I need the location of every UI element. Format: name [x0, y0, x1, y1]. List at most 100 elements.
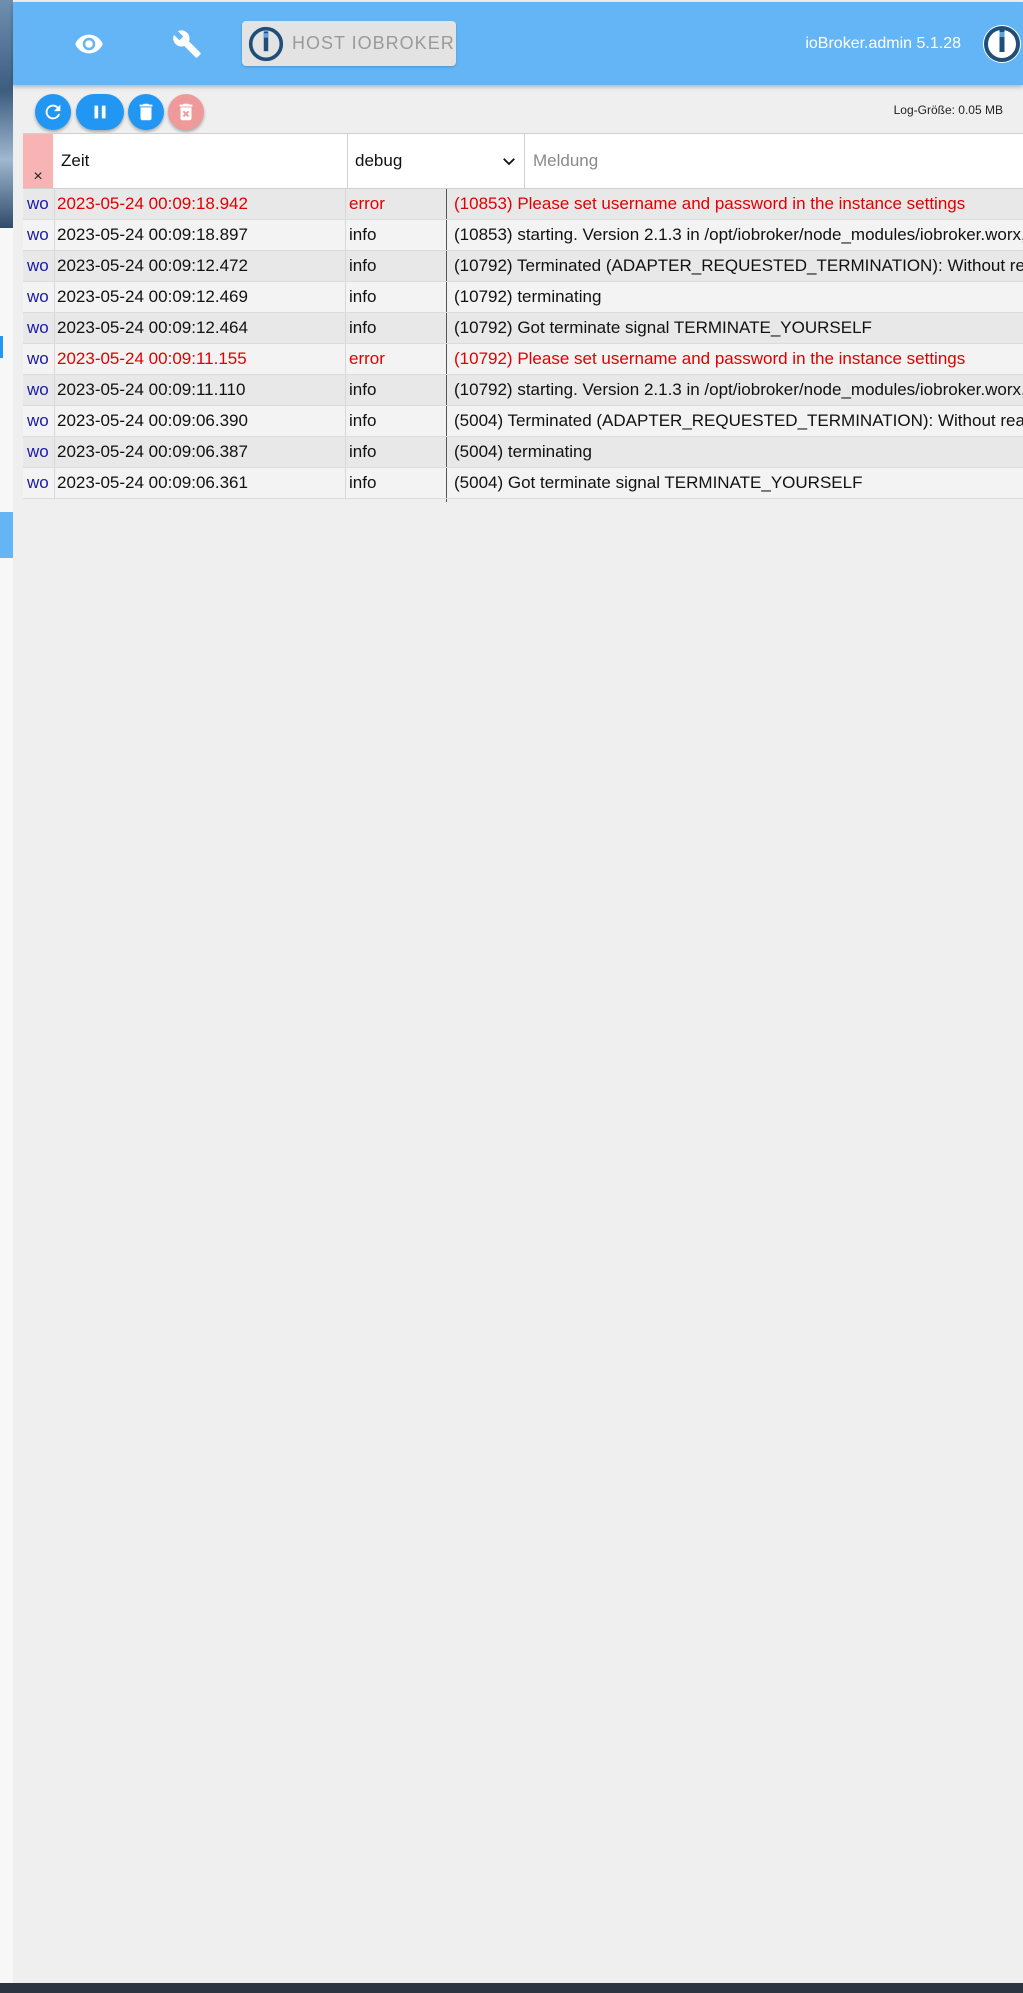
log-time: 2023-05-24 00:09:06.361 [57, 473, 248, 492]
log-source: wo [27, 318, 49, 337]
column-divider [54, 313, 55, 343]
column-divider [345, 375, 346, 405]
log-message: (5004) Terminated (ADAPTER_REQUESTED_TER… [446, 406, 1023, 436]
log-source: wo [27, 442, 49, 461]
eye-button[interactable] [65, 20, 113, 68]
log-time: 2023-05-24 00:09:12.472 [57, 256, 248, 275]
log-message: (10792) Terminated (ADAPTER_REQUESTED_TE… [446, 251, 1023, 281]
admin-version: ioBroker.admin 5.1.28 [805, 35, 961, 52]
log-time: 2023-05-24 00:09:11.110 [57, 380, 246, 399]
sidebar-background-image [0, 0, 13, 228]
log-message: (10792) terminating [446, 282, 1023, 312]
log-level: info [349, 442, 377, 461]
refresh-icon [45, 104, 61, 120]
log-size-label: Log-Größe: 0.05 MB [893, 103, 1003, 117]
log-source: wo [27, 411, 49, 430]
log-source: wo [27, 473, 49, 492]
main-content: HOST IOBROKER ioBroker.admin 5.1.28 Log-… [13, 0, 1023, 1983]
log-level: info [349, 380, 377, 399]
message-filter-input[interactable]: Meldung [526, 134, 1023, 188]
wrench-button[interactable] [163, 20, 211, 68]
log-time: 2023-05-24 00:09:18.897 [57, 225, 248, 244]
wrench-icon [173, 30, 201, 58]
log-row[interactable]: wo 2023-05-24 00:09:12.464 info (10792) Got… [23, 313, 1023, 344]
log-time: 2023-05-24 00:09:18.942 [57, 194, 248, 213]
column-divider [345, 282, 346, 312]
host-selector-button[interactable]: HOST IOBROKER [242, 21, 456, 66]
column-divider [345, 344, 346, 374]
log-level: info [349, 256, 377, 275]
log-level: info [349, 411, 377, 430]
sidebar-active-item[interactable] [0, 512, 13, 558]
log-message: (10792) starting. Version 2.1.3 in /opt/… [446, 375, 1023, 405]
sidebar-indicator [0, 336, 3, 358]
delete-log-button[interactable] [128, 94, 164, 130]
column-divider [345, 406, 346, 436]
column-divider [54, 468, 55, 498]
log-rows: wo 2023-05-24 00:09:18.942 error (10853) Pl… [23, 189, 1023, 499]
delete-icon [139, 103, 153, 121]
log-level: error [349, 349, 385, 368]
log-rows-end [23, 499, 1023, 502]
log-row[interactable]: wo 2023-05-24 00:09:12.472 info (10792) Ter… [23, 251, 1023, 282]
log-message: (5004) terminating [446, 437, 1023, 467]
iobroker-logo-icon[interactable] [981, 23, 1023, 65]
refresh-button[interactable] [35, 94, 71, 130]
log-level: info [349, 473, 377, 492]
filter-row: × Zeit debug Meldung [23, 133, 1023, 189]
log-source: wo [27, 380, 49, 399]
level-filter-value: debug [355, 151, 403, 170]
column-divider [54, 251, 55, 281]
pause-button[interactable] [76, 94, 124, 130]
sidebar-edge [0, 0, 14, 1983]
log-row[interactable]: wo 2023-05-24 00:09:18.897 info (10853) sta… [23, 220, 1023, 251]
log-message: (5004) Got terminate signal TERMINATE_YO… [446, 468, 1023, 498]
log-row[interactable]: wo 2023-05-24 00:09:06.361 info (5004) Got … [23, 468, 1023, 499]
column-divider [54, 406, 55, 436]
column-divider [345, 220, 346, 250]
log-toolbar: Log-Größe: 0.05 MB [13, 85, 1023, 133]
log-message: (10853) Please set username and password… [446, 189, 1023, 219]
log-row[interactable]: wo 2023-05-24 00:09:11.155 error (10792) Pl… [23, 344, 1023, 375]
log-message: (10792) Got terminate signal TERMINATE_Y… [446, 313, 1023, 343]
log-level: error [349, 194, 385, 213]
column-divider [54, 344, 55, 374]
log-source: wo [27, 256, 49, 275]
log-message: (10792) Please set username and password… [446, 344, 1023, 374]
log-source: wo [27, 225, 49, 244]
column-divider [345, 437, 346, 467]
log-time: 2023-05-24 00:09:06.390 [57, 411, 248, 430]
column-divider [54, 220, 55, 250]
column-divider [345, 251, 346, 281]
column-divider [54, 437, 55, 467]
log-row[interactable]: wo 2023-05-24 00:09:12.469 info (10792) ter… [23, 282, 1023, 313]
column-divider [54, 189, 55, 219]
log-time: 2023-05-24 00:09:12.464 [57, 318, 248, 337]
log-time: 2023-05-24 00:09:06.387 [57, 442, 248, 461]
host-label: HOST IOBROKER [292, 33, 455, 53]
log-row[interactable]: wo 2023-05-24 00:09:18.942 error (10853) Pl… [23, 189, 1023, 220]
delete-forever-icon [179, 103, 193, 121]
log-source: wo [27, 194, 49, 213]
column-divider [54, 282, 55, 312]
time-filter-input[interactable]: Zeit [54, 134, 348, 188]
clear-filter-button[interactable]: × [23, 134, 53, 188]
message-column-divider [446, 499, 447, 502]
delete-log-file-button[interactable] [168, 94, 204, 130]
log-source: wo [27, 349, 49, 368]
log-row[interactable]: wo 2023-05-24 00:09:06.390 info (5004) Term… [23, 406, 1023, 437]
log-table: × Zeit debug Meldung wo 2023-05-24 00:09:… [23, 133, 1023, 502]
column-divider [345, 468, 346, 498]
log-time: 2023-05-24 00:09:12.469 [57, 287, 248, 306]
log-level: info [349, 225, 377, 244]
log-row[interactable]: wo 2023-05-24 00:09:11.110 info (10792) sta… [23, 375, 1023, 406]
pause-icon [94, 105, 106, 119]
bottom-bar [0, 1983, 1023, 1993]
level-filter-select[interactable]: debug [349, 134, 525, 188]
log-row[interactable]: wo 2023-05-24 00:09:06.387 info (5004) term… [23, 437, 1023, 468]
column-divider [54, 375, 55, 405]
chevron-down-icon [503, 158, 515, 166]
log-level: info [349, 287, 377, 306]
log-time: 2023-05-24 00:09:11.155 [57, 349, 247, 368]
log-source: wo [27, 287, 49, 306]
